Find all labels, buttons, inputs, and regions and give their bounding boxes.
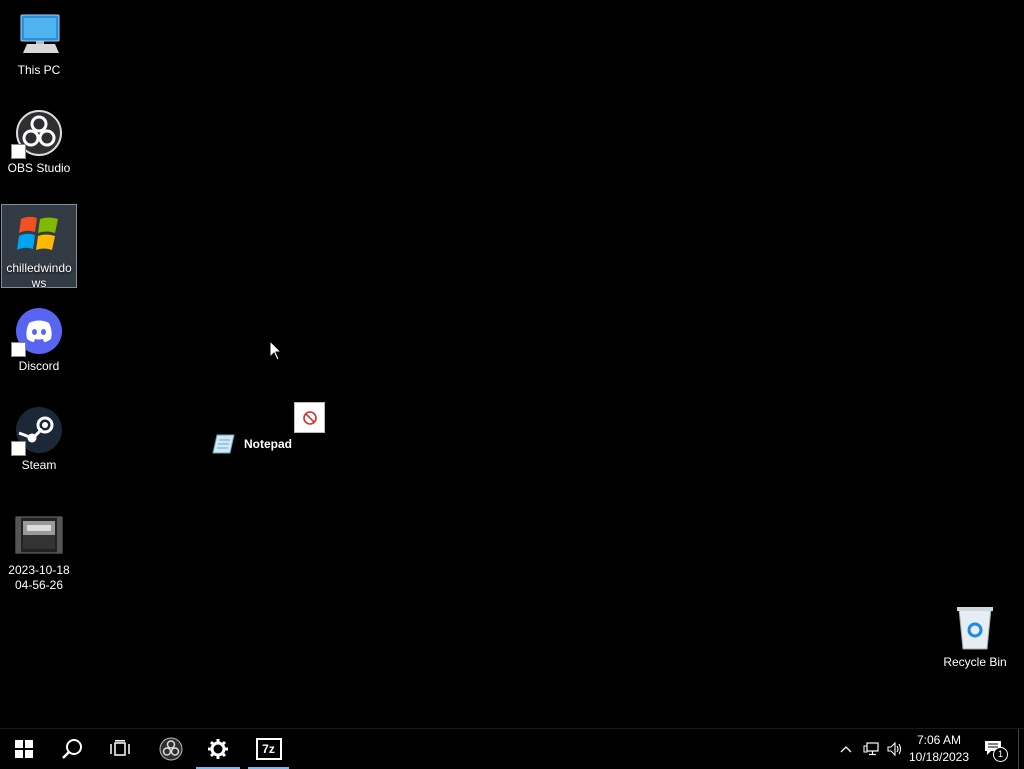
desktop-icon-this-pc[interactable]: This PC [1, 6, 77, 77]
steam-icon [11, 406, 63, 456]
notification-icon: 1 [984, 740, 1008, 762]
desktop-icon-obs-studio[interactable]: OBS Studio [1, 104, 77, 175]
desktop-icon-label: OBS Studio [7, 161, 71, 175]
clock-time: 7:06 AM [916, 733, 962, 747]
gear-icon [208, 739, 228, 759]
desktop-icon-recycle-bin[interactable]: Recycle Bin [937, 598, 1013, 670]
notification-center-button[interactable]: 1 [980, 729, 1008, 769]
shortcut-arrow-icon [11, 441, 26, 456]
7z-icon-label: 7z [262, 742, 275, 756]
show-desktop-button[interactable] [1018, 729, 1024, 769]
taskbar: 7z 7:06 AM 10/18/2023 1 [0, 728, 1024, 769]
network-icon [863, 742, 879, 756]
no-drop-icon [294, 402, 325, 433]
recycle-bin-icon [951, 603, 999, 651]
tray-clock[interactable]: 7:06 AM 10/18/2023 [904, 732, 974, 766]
desktop-icon-label: 2023-10-18 04-56-26 [8, 563, 70, 592]
desktop-icon-label: This PC [17, 63, 61, 77]
desktop-icon-label: Recycle Bin [943, 655, 1007, 669]
desktop-icon-chilledwindows[interactable]: chilledwindows [1, 204, 77, 290]
start-button[interactable] [0, 729, 48, 769]
taskbar-settings-button[interactable] [196, 729, 240, 769]
desktop-icon-steam[interactable]: Steam [1, 401, 77, 472]
clock-date: 10/18/2023 [908, 750, 970, 764]
drag-ghost-label: Notepad [244, 437, 292, 451]
obs-icon [159, 737, 183, 761]
windows-xp-flag-icon [15, 209, 63, 257]
notepad-icon [212, 434, 235, 454]
notification-count-badge: 1 [993, 747, 1008, 762]
drag-ghost-notepad: Notepad [212, 430, 292, 458]
tray-network-button[interactable] [860, 729, 882, 769]
windows-logo-icon [15, 740, 33, 758]
desktop-icon-discord[interactable]: Discord [1, 302, 77, 373]
chevron-up-icon [840, 746, 852, 753]
tray-show-hidden-button[interactable] [836, 729, 856, 769]
discord-icon [11, 307, 63, 357]
task-view-button[interactable] [96, 729, 144, 769]
search-button[interactable] [48, 729, 96, 769]
mouse-cursor-icon [269, 339, 283, 366]
shortcut-arrow-icon [11, 342, 26, 357]
tray-volume-button[interactable] [884, 729, 906, 769]
taskbar-obs-button[interactable] [147, 729, 195, 769]
7z-icon: 7z [255, 738, 282, 760]
desktop-icon-video-file[interactable]: 2023-10-18 04-56-26 [1, 506, 77, 592]
video-file-icon [15, 511, 63, 559]
task-view-icon [110, 740, 130, 756]
computer-icon [15, 11, 63, 59]
shortcut-arrow-icon [11, 144, 26, 159]
search-icon [62, 739, 82, 759]
taskbar-7zip-button[interactable]: 7z [248, 729, 289, 769]
desktop-icon-label: Discord [18, 359, 60, 373]
desktop[interactable]: This PC OBS Studio chilledwindows Discor… [0, 0, 1024, 728]
volume-icon [887, 742, 902, 756]
desktop-icon-label: Steam [21, 458, 57, 472]
desktop-icon-label: chilledwindows [6, 261, 72, 290]
obs-icon [11, 109, 63, 159]
